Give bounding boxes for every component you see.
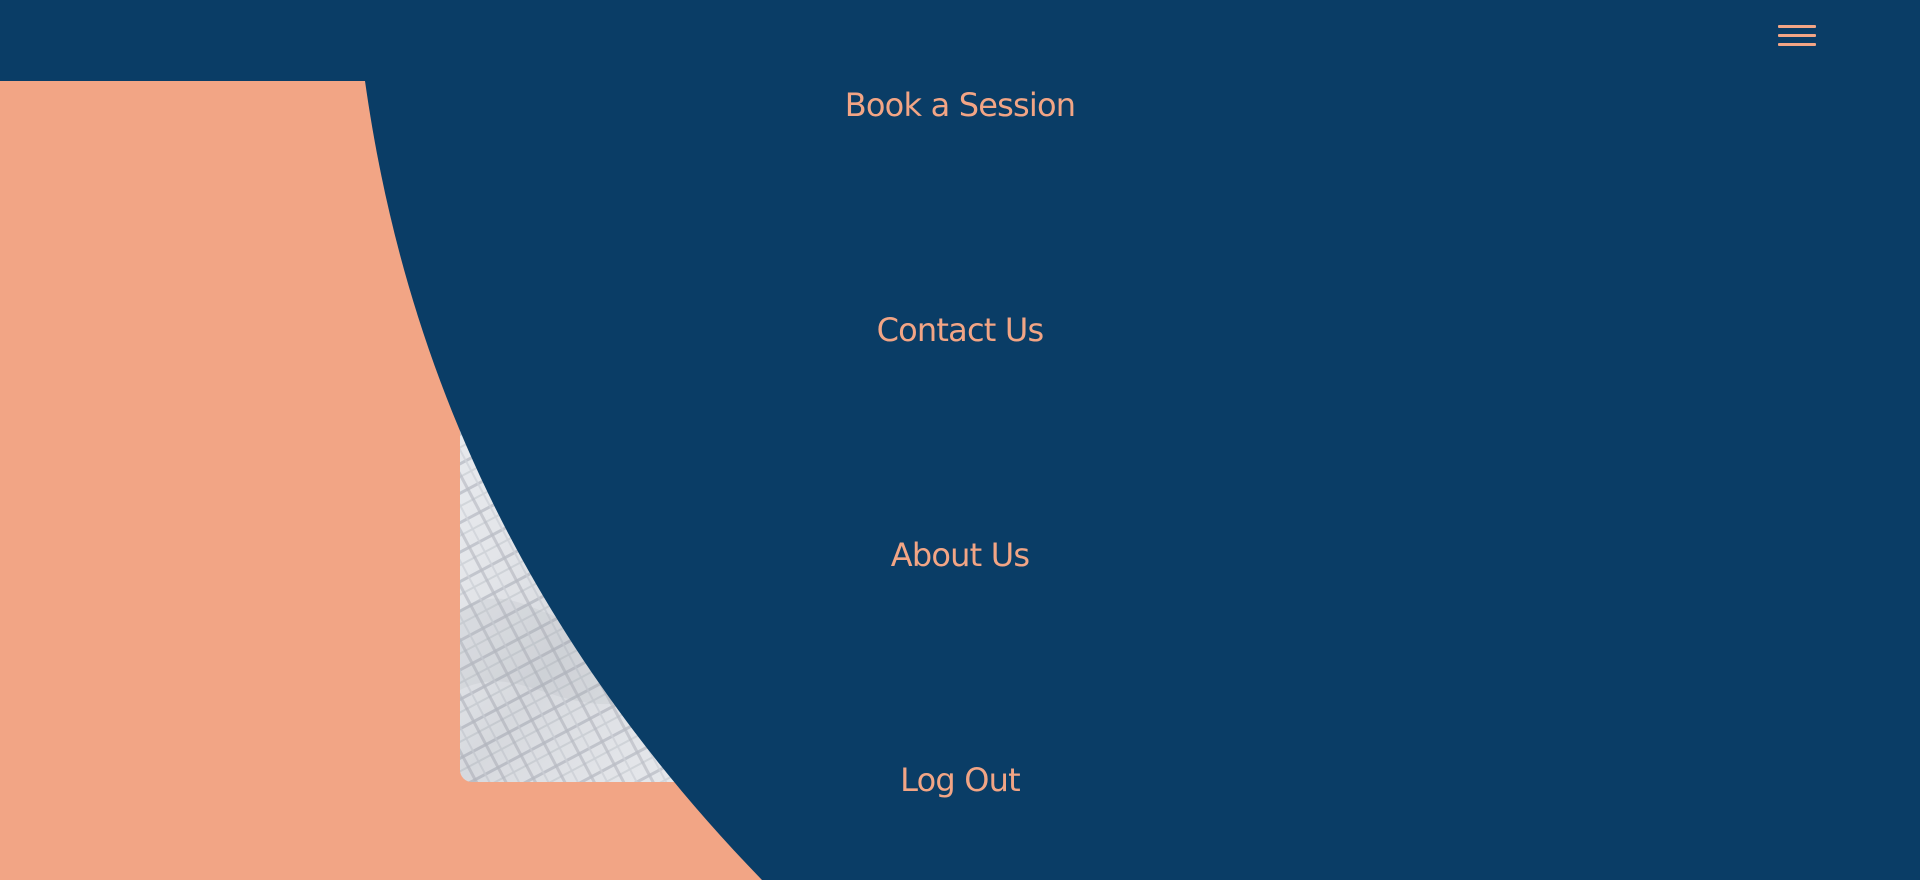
nav-link-contact-us[interactable]: Contact Us bbox=[760, 310, 1160, 350]
menu-toggle-button[interactable] bbox=[1774, 20, 1818, 52]
nav-link-log-out[interactable]: Log Out bbox=[760, 760, 1160, 800]
hamburger-menu-icon bbox=[1778, 23, 1816, 49]
nav-link-about-us[interactable]: About Us bbox=[760, 535, 1160, 575]
navigation-overlay: Book a Session Contact Us About Us Log O… bbox=[0, 0, 1920, 880]
nav-link-book-a-session[interactable]: Book a Session bbox=[760, 85, 1160, 125]
